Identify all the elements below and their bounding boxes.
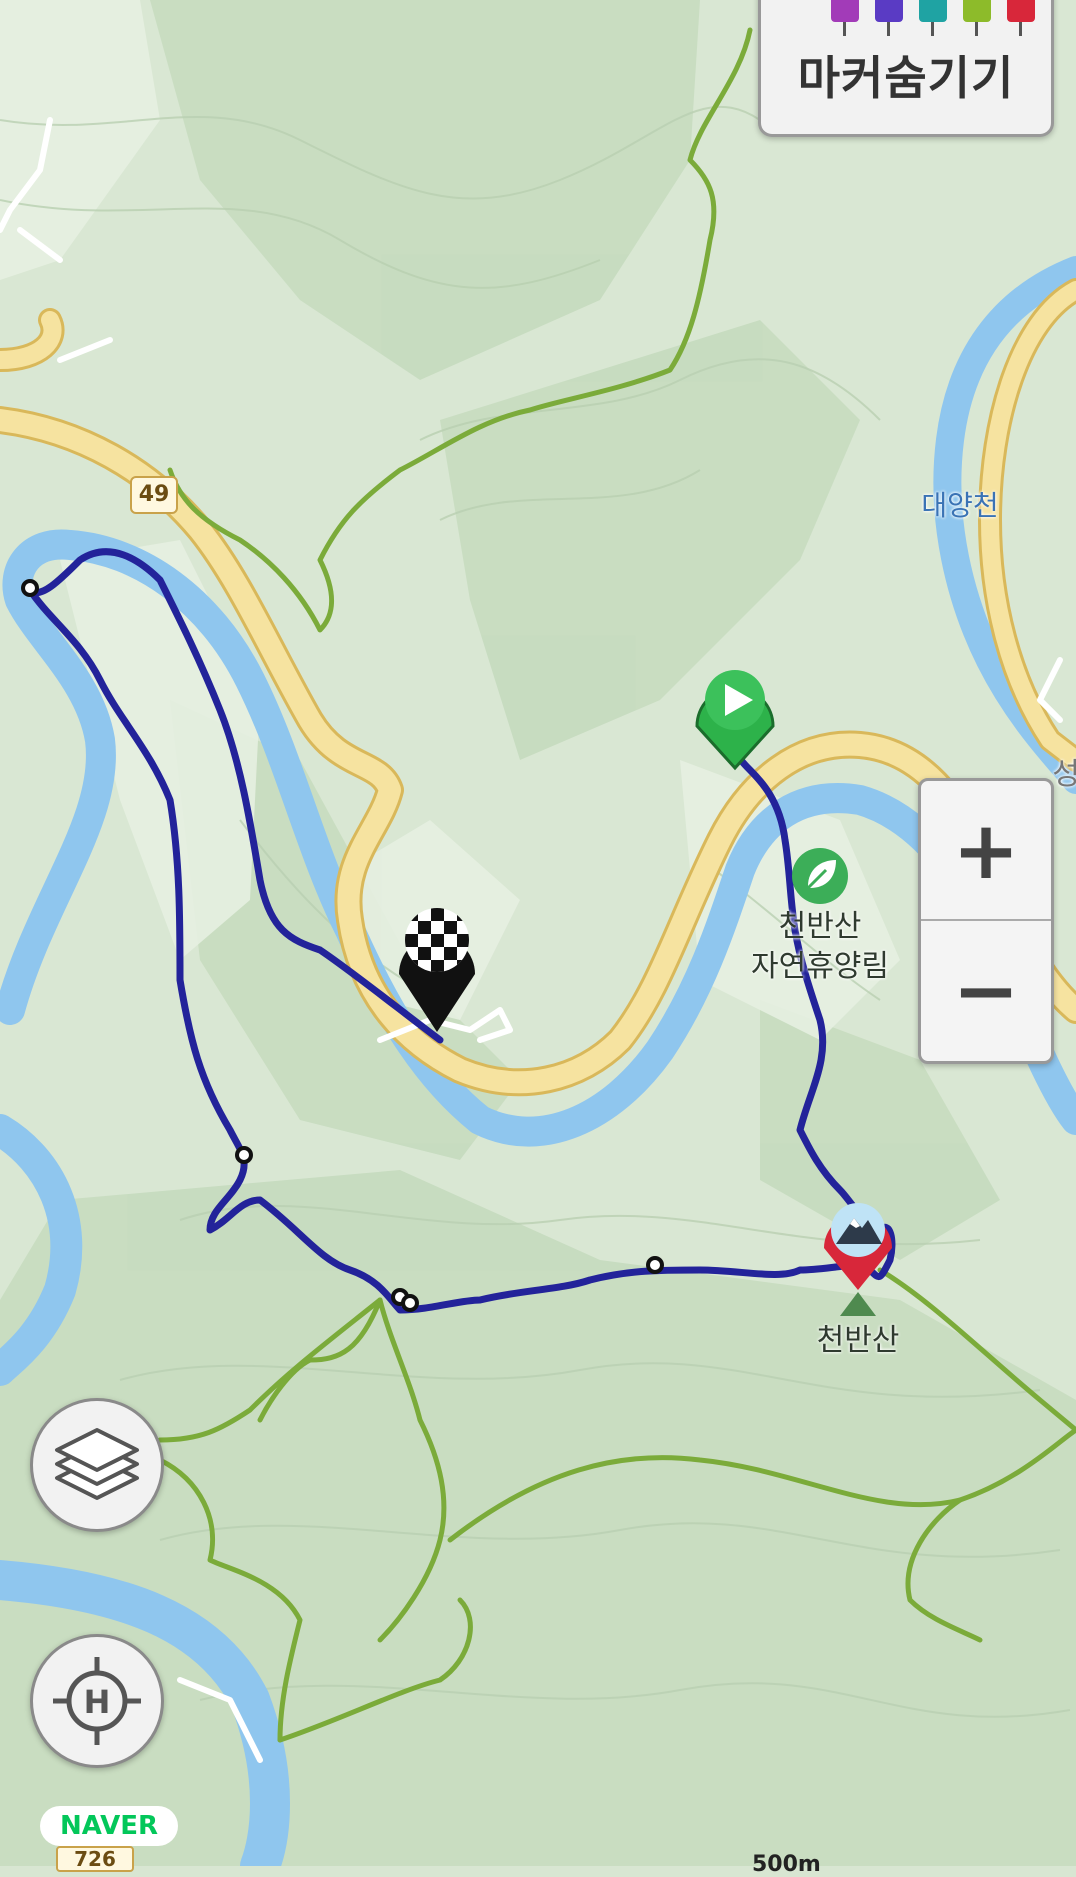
forest-label-line2: 자연휴양림 <box>751 949 889 984</box>
audio-marker-icon <box>919 0 947 36</box>
naver-logo: NAVER <box>40 1806 178 1846</box>
video-marker-icon <box>875 0 903 36</box>
marker-hide-button[interactable]: 마커숨기기 <box>761 42 1051 108</box>
svg-text:H: H <box>84 1683 111 1721</box>
marker-hide-panel[interactable]: 마커숨기기 <box>758 0 1054 137</box>
helipad-location-button[interactable]: H <box>30 1634 164 1768</box>
zoom-in-button[interactable]: + <box>921 781 1051 921</box>
marker-type-icons <box>797 0 1035 36</box>
peak-label: 천반산 <box>816 1323 900 1358</box>
zoom-control: + − <box>918 778 1054 1064</box>
flag-marker-icon <box>1007 0 1035 36</box>
waypoint-marker[interactable] <box>21 579 39 597</box>
layers-button[interactable] <box>30 1398 164 1532</box>
waypoint-marker[interactable] <box>401 1294 419 1312</box>
forest-leaf-icon[interactable] <box>792 848 848 904</box>
scale-label: 500m <box>752 1852 821 1877</box>
waypoint-marker[interactable] <box>235 1146 253 1164</box>
photo-marker-icon <box>831 0 859 36</box>
memo-marker-icon <box>963 0 991 36</box>
waypoint-marker[interactable] <box>646 1256 664 1274</box>
zoom-out-button[interactable]: − <box>921 921 1051 1059</box>
route-726-shield: 726 <box>56 1846 134 1872</box>
layers-icon <box>55 1428 139 1500</box>
forest-label-line1: 천반산 <box>778 909 862 944</box>
route-49-shield: 49 <box>130 476 178 514</box>
crosshair-helipad-icon: H <box>53 1657 141 1745</box>
river-label: 대양천 <box>921 489 999 522</box>
